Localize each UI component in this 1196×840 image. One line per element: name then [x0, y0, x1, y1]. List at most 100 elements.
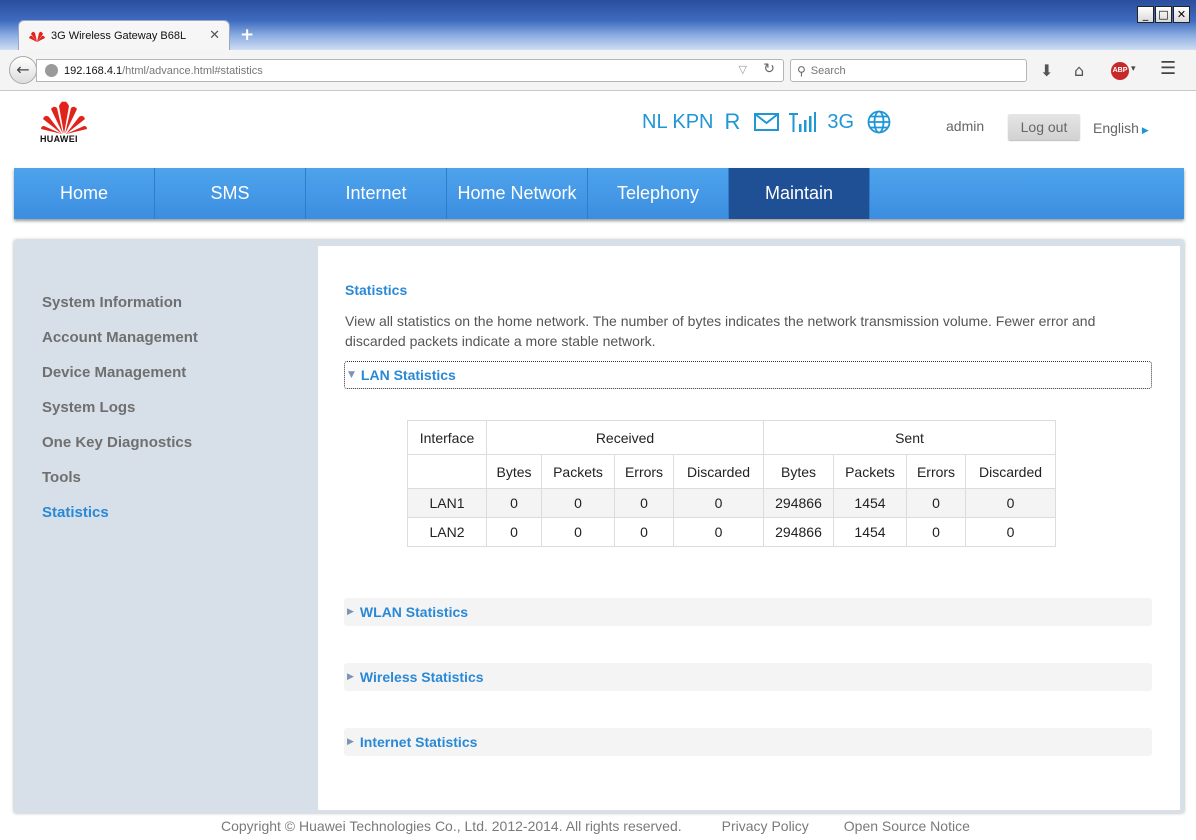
sidebar-item-statistics[interactable]: Statistics [42, 503, 198, 538]
table-cell: 294866 [763, 488, 834, 518]
nav-tab-telephony[interactable]: Telephony [588, 168, 729, 219]
close-tab-icon[interactable]: ✕ [209, 28, 220, 43]
sidebar-item-system-information[interactable]: System Information [42, 293, 198, 328]
url-dropdown-icon[interactable]: ▽ [739, 63, 747, 76]
back-arrow-icon[interactable]: ← [9, 56, 37, 84]
huawei-petals-icon [41, 101, 87, 134]
reload-icon[interactable]: ↻ [763, 61, 775, 77]
sidebar-item-tools[interactable]: Tools [42, 468, 198, 503]
window-controls: _ □ ✕ [1137, 6, 1190, 23]
mail-icon[interactable] [754, 113, 780, 131]
sidebar-item-system-logs[interactable]: System Logs [42, 398, 198, 433]
brand-wordmark: HUAWEI [40, 134, 78, 144]
user-name: admin [946, 118, 985, 134]
section-label: LAN Statistics [360, 367, 456, 383]
table-cell: 294866 [763, 517, 834, 547]
cell-interface: LAN2 [407, 517, 487, 547]
language-selector[interactable]: English ▶ [1093, 120, 1149, 136]
header-empty [407, 454, 487, 489]
column-header: Packets [541, 454, 615, 489]
page-description: View all statistics on the home network.… [345, 313, 1096, 349]
section-label: WLAN Statistics [359, 604, 469, 620]
column-header: Discarded [673, 454, 764, 489]
column-header: Bytes [763, 454, 834, 489]
chevron-right-icon: ▶ [1141, 126, 1149, 136]
address-bar[interactable]: 192.168.4.1/html/advance.html#statistics… [36, 59, 784, 82]
collapsed-triangle-icon: ▶ [347, 737, 354, 747]
table-cell: 0 [614, 517, 674, 547]
search-icon: ⚲ [797, 63, 806, 78]
tab-title: 3G Wireless Gateway B68L [51, 29, 187, 42]
browser-toolbar: ← 192.168.4.1/html/advance.html#statisti… [0, 50, 1196, 91]
new-tab-icon[interactable]: + [240, 25, 254, 45]
table-row: LAN2 0 0 0 0 294866 1454 0 0 [407, 517, 1056, 547]
column-header: Errors [614, 454, 674, 489]
logout-button[interactable]: Log out [1008, 114, 1080, 140]
column-header: Errors [906, 454, 966, 489]
column-header: Bytes [486, 454, 542, 489]
table-cell: 0 [541, 517, 615, 547]
operator-name: NL KPN [642, 110, 714, 133]
table-cell: 0 [486, 488, 542, 518]
header-sent: Sent [763, 420, 1056, 455]
huawei-favicon-icon [29, 31, 45, 42]
lan-statistics-table: Interface Received Sent Bytes Packets Er… [407, 420, 1056, 547]
privacy-policy-link[interactable]: Privacy Policy [722, 818, 809, 834]
section-label: Wireless Statistics [359, 669, 484, 685]
status-bar: NL KPN R 3G [642, 109, 891, 135]
network-type: 3G [827, 110, 855, 133]
column-header: Packets [833, 454, 907, 489]
sidebar-item-one-key-diagnostics[interactable]: One Key Diagnostics [42, 433, 198, 468]
table-cell: 0 [486, 517, 542, 547]
expanded-triangle-icon: ▼ [348, 370, 355, 380]
search-input[interactable] [810, 64, 1011, 77]
nav-tab-internet[interactable]: Internet [306, 168, 447, 219]
footer: Copyright © Huawei Technologies Co., Ltd… [221, 818, 970, 834]
section-wireless-statistics[interactable]: ▶ Wireless Statistics [344, 663, 1152, 691]
header-interface: Interface [407, 420, 487, 455]
table-cell: 0 [541, 488, 615, 518]
table-cell: 0 [965, 488, 1056, 518]
adblock-menu-caret-icon[interactable]: ▾ [1131, 64, 1136, 74]
hamburger-menu-icon[interactable]: ☰ [1160, 58, 1176, 79]
signal-strength-icon [789, 112, 817, 132]
nav-tab-home-network[interactable]: Home Network [447, 168, 588, 219]
url-path: /html/advance.html#statistics [122, 64, 263, 77]
cell-interface: LAN1 [407, 488, 487, 518]
collapsed-triangle-icon: ▶ [347, 672, 354, 682]
sidebar: System Information Account Management De… [42, 293, 198, 538]
nav-tab-home[interactable]: Home [14, 168, 155, 219]
header-received: Received [486, 420, 764, 455]
section-wlan-statistics[interactable]: ▶ WLAN Statistics [344, 598, 1152, 626]
table-cell: 0 [906, 488, 966, 518]
table-cell: 0 [673, 517, 764, 547]
home-icon[interactable]: ⌂ [1074, 61, 1084, 80]
nav-tab-maintain[interactable]: Maintain [729, 168, 870, 219]
adblock-icon[interactable]: ABP [1111, 62, 1129, 80]
browser-tab[interactable]: 3G Wireless Gateway B68L ✕ [18, 20, 230, 50]
sidebar-item-device-management[interactable]: Device Management [42, 363, 198, 398]
section-internet-statistics[interactable]: ▶ Internet Statistics [344, 728, 1152, 756]
table-cell: 0 [673, 488, 764, 518]
roaming-indicator: R [724, 109, 741, 134]
open-source-notice-link[interactable]: Open Source Notice [844, 818, 970, 834]
site-info-icon[interactable] [45, 64, 58, 77]
nav-tab-sms[interactable]: SMS [155, 168, 306, 219]
table-row: LAN1 0 0 0 0 294866 1454 0 0 [407, 488, 1056, 518]
table-cell: 0 [614, 488, 674, 518]
page-title: Statistics [345, 282, 408, 298]
language-label: English [1093, 120, 1139, 136]
section-lan-statistics[interactable]: ▼ LAN Statistics [344, 361, 1152, 389]
window-titlebar: _ □ ✕ 3G Wireless Gateway B68L ✕ + [0, 0, 1196, 52]
minimize-icon[interactable]: _ [1137, 6, 1154, 23]
search-box[interactable]: ⚲ [790, 59, 1027, 82]
globe-icon [867, 110, 891, 134]
table-cell: 0 [965, 517, 1056, 547]
maximize-icon[interactable]: □ [1155, 6, 1172, 23]
sidebar-item-account-management[interactable]: Account Management [42, 328, 198, 363]
download-icon[interactable]: ⬇ [1040, 61, 1053, 80]
close-window-icon[interactable]: ✕ [1173, 6, 1190, 23]
table-cell: 0 [906, 517, 966, 547]
section-label: Internet Statistics [359, 734, 478, 750]
collapsed-triangle-icon: ▶ [347, 607, 354, 617]
